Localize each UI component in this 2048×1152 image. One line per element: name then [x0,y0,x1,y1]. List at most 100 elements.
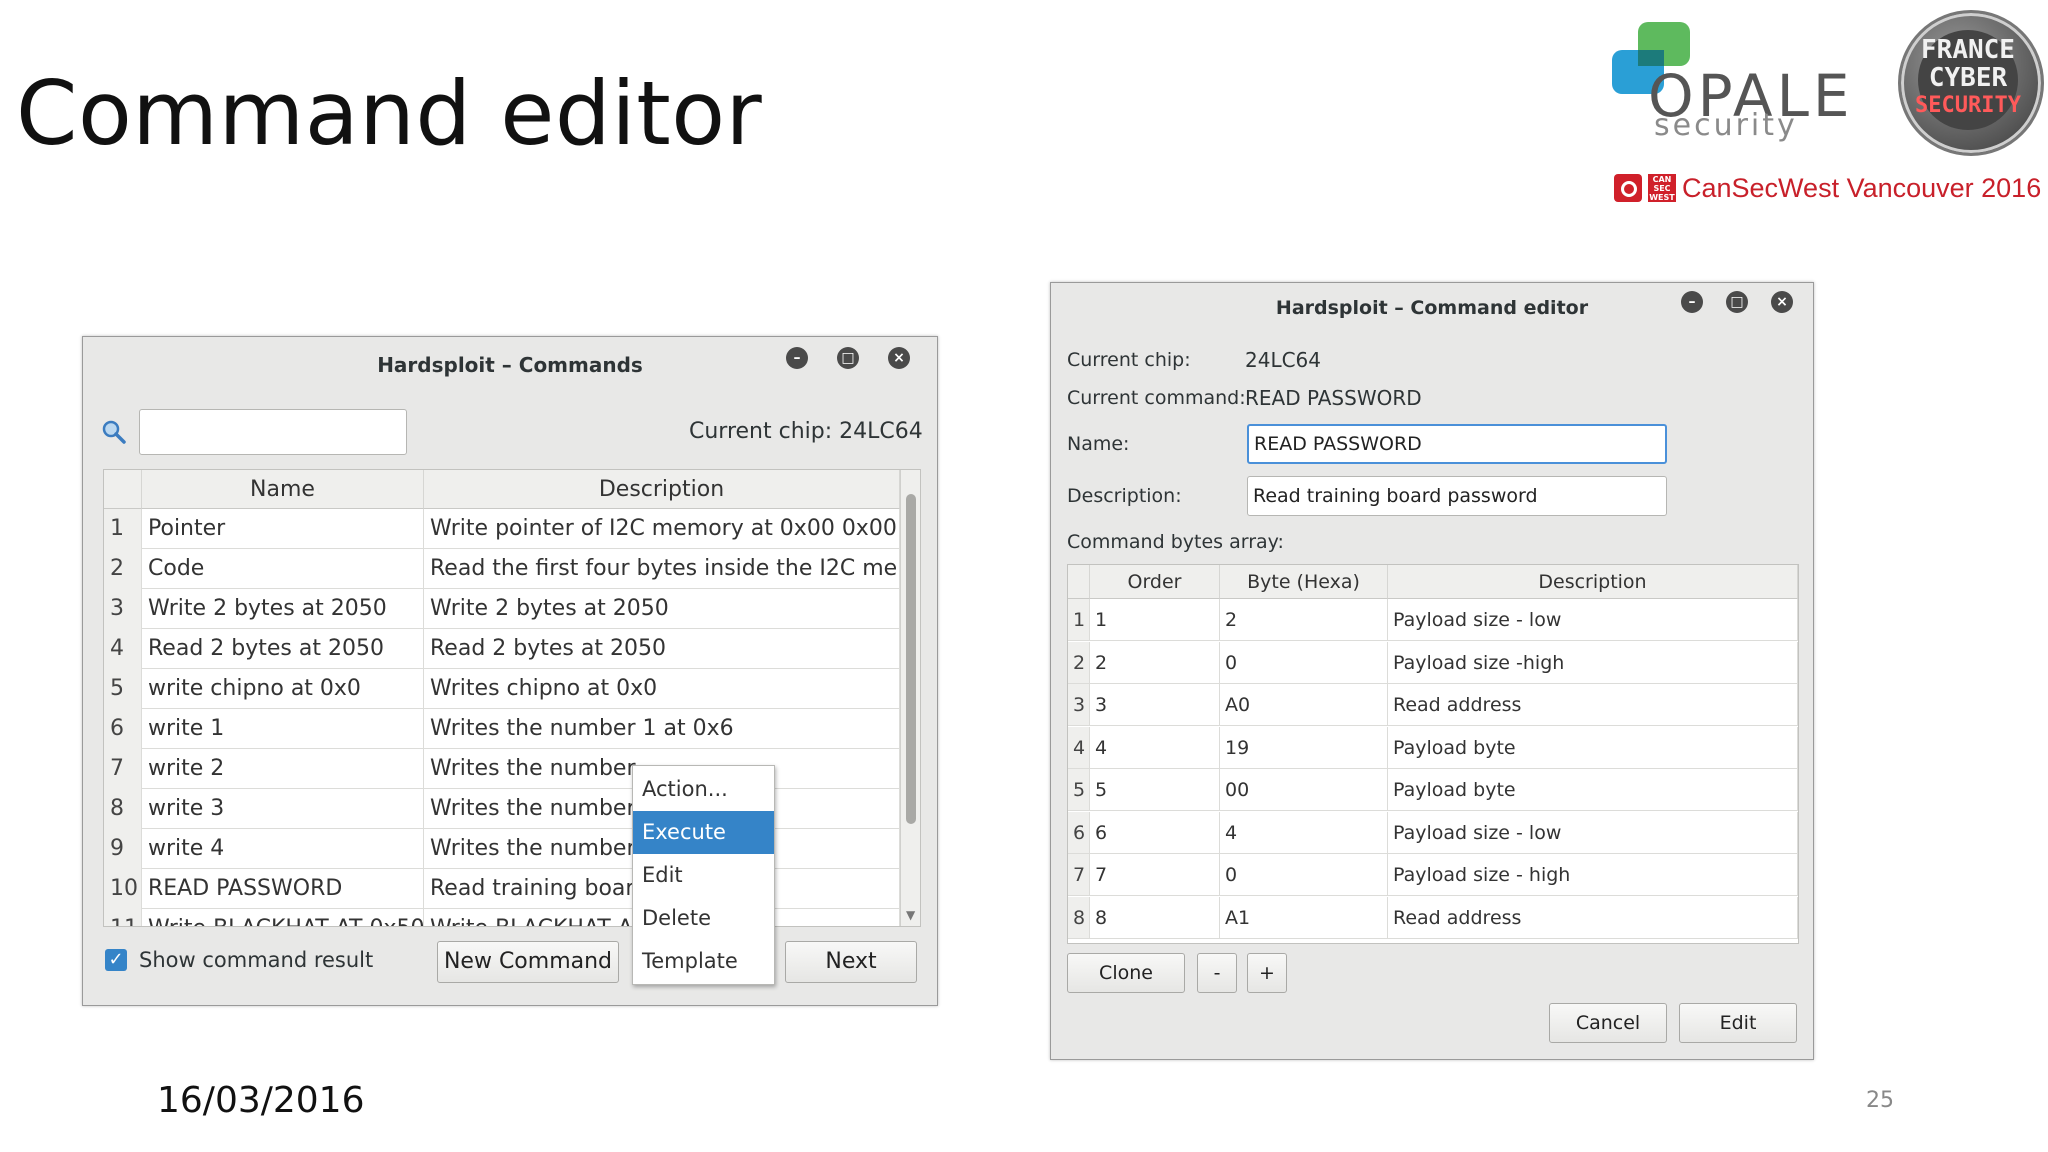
command-description-cell: Read the first four bytes inside the I2C… [424,549,900,589]
column-header-description[interactable]: Description [1388,565,1798,599]
byte-description-cell: Payload size -high [1388,641,1798,684]
row-number-header [1068,565,1090,599]
opale-subtitle: security [1654,108,1798,143]
byte-cell: 4 [1220,811,1388,854]
name-field[interactable]: READ PASSWORD [1247,424,1667,464]
column-header-byte[interactable]: Byte (Hexa) [1220,565,1388,599]
command-name-cell: write 3 [142,789,424,829]
row-number: 7 [104,749,142,789]
menu-item-action[interactable]: Action... [633,768,774,811]
search-icon [102,420,126,444]
table-row[interactable]: 10 READ PASSWORD Read training board [104,869,900,909]
page-number: 25 [1866,1088,1894,1113]
menu-item-execute[interactable]: Execute [633,811,774,854]
add-byte-button[interactable]: + [1247,953,1287,993]
table-row[interactable]: 2 Code Read the first four bytes inside th… [104,549,900,589]
cancel-button[interactable]: Cancel [1549,1003,1667,1043]
byte-description-cell: Payload size - low [1388,599,1798,641]
menu-item-template[interactable]: Template [633,940,774,983]
menu-item-delete[interactable]: Delete [633,897,774,940]
command-name-cell: Pointer [142,509,424,549]
command-description-cell: Write pointer of I2C memory at 0x00 0x00 [424,509,900,549]
order-cell: 4 [1090,726,1220,769]
table-row[interactable]: 4 Read 2 bytes at 2050 Read 2 bytes at 205… [104,629,900,669]
command-name-cell: Write 2 bytes at 2050 [142,589,424,629]
seal-line-2: CYBER [1928,63,2008,93]
table-row[interactable]: 5 write chipno at 0x0 Writes chipno at 0x0 [104,669,900,709]
byte-cell: A0 [1220,684,1388,726]
window-title: Hardsploit – Commands [377,353,643,377]
table-row[interactable]: 11Write BLACKHAT AT 0x50Write BLACKHAT A [104,909,900,926]
row-number: 8 [104,789,142,829]
maximize-icon[interactable]: □ [837,347,859,369]
row-number: 4 [104,629,142,669]
menu-item-edit[interactable]: Edit [633,854,774,897]
column-header-description[interactable]: Description [424,470,900,509]
table-row[interactable]: 9 write 4 Writes the number [104,829,900,869]
camera-icon [1614,174,1642,202]
row-number: 11 [104,909,142,926]
edit-button[interactable]: Edit [1679,1003,1797,1043]
next-button[interactable]: Next [785,941,917,983]
current-chip-label: Current chip: [1067,349,1191,371]
close-icon[interactable]: × [1771,291,1793,313]
description-field[interactable]: Read training board password [1247,476,1667,516]
minimize-icon[interactable]: – [1681,291,1703,313]
column-header-order[interactable]: Order [1090,565,1220,599]
show-result-checkbox[interactable]: ✓ [105,949,127,971]
current-chip-value: 24LC64 [1245,348,1322,372]
command-name-cell: write 2 [142,749,424,789]
row-number: 5 [104,669,142,709]
row-number: 2 [1068,641,1090,684]
remove-byte-button[interactable]: - [1197,953,1237,993]
byte-cell: 00 [1220,769,1388,811]
command-name-cell: Read 2 bytes at 2050 [142,629,424,669]
byte-cell: 0 [1220,641,1388,684]
table-row[interactable]: 6 write 1 Writes the number 1 at 0x6 [104,709,900,749]
order-cell: 2 [1090,641,1220,684]
name-label: Name: [1067,433,1130,455]
commands-window: Hardsploit – Commands – □ × Current chip… [82,336,938,1006]
minimize-icon[interactable]: – [786,347,808,369]
order-cell: 6 [1090,811,1220,854]
table-row[interactable]: 1 Pointer Write pointer of I2C memory at 0… [104,509,900,549]
row-number: 8 [1068,896,1090,939]
command-description-cell: Write 2 bytes at 2050 [424,589,900,629]
row-number: 7 [1068,854,1090,896]
maximize-icon[interactable]: □ [1726,291,1748,313]
command-editor-window: Hardsploit – Command editor – □ × Curren… [1050,282,1814,1060]
column-header-name[interactable]: Name [142,470,424,509]
seal-text: FRANCE CYBER SECURITY [1914,36,2022,120]
row-number: 5 [1068,769,1090,811]
byte-cell: 2 [1220,599,1388,641]
row-number-header [104,470,142,509]
search-input[interactable] [139,409,407,455]
description-label: Description: [1067,485,1182,507]
scroll-down-arrow-icon[interactable]: ▼ [906,908,915,922]
clone-button[interactable]: Clone [1067,953,1185,993]
current-command-value: READ PASSWORD [1245,386,1422,410]
current-chip-label: Current chip: 24LC64 [689,419,923,444]
row-number: 6 [1068,811,1090,854]
table-scrollbar[interactable]: ▼ [900,470,920,926]
scrollbar-thumb[interactable] [906,494,916,824]
show-result-label: Show command result [139,948,374,972]
command-name-cell: Code [142,549,424,589]
seal-line-1: FRANCE [1921,35,2015,65]
command-name-cell: write 4 [142,829,424,869]
current-command-label: Current command: [1067,387,1246,409]
row-number: 1 [1068,599,1090,641]
table-row[interactable]: 8 write 3 Writes the number [104,789,900,829]
seal-line-3: SECURITY [1915,93,2021,118]
byte-cell: 0 [1220,854,1388,896]
command-description-cell: Writes the number 1 at 0x6 [424,709,900,749]
new-command-button[interactable]: New Command [437,941,619,983]
order-cell: 1 [1090,599,1220,641]
command-name-cell: Write BLACKHAT AT 0x50 [142,909,424,926]
byte-description-cell: Read address [1388,896,1798,939]
byte-description-cell: Payload byte [1388,726,1798,769]
close-icon[interactable]: × [888,347,910,369]
table-row[interactable]: 7 write 2 Writes the number [104,749,900,789]
table-row[interactable]: 3 Write 2 bytes at 2050 Write 2 bytes at 2… [104,589,900,629]
commands-table: Name Description 1 Pointer Write pointer o… [103,469,921,927]
